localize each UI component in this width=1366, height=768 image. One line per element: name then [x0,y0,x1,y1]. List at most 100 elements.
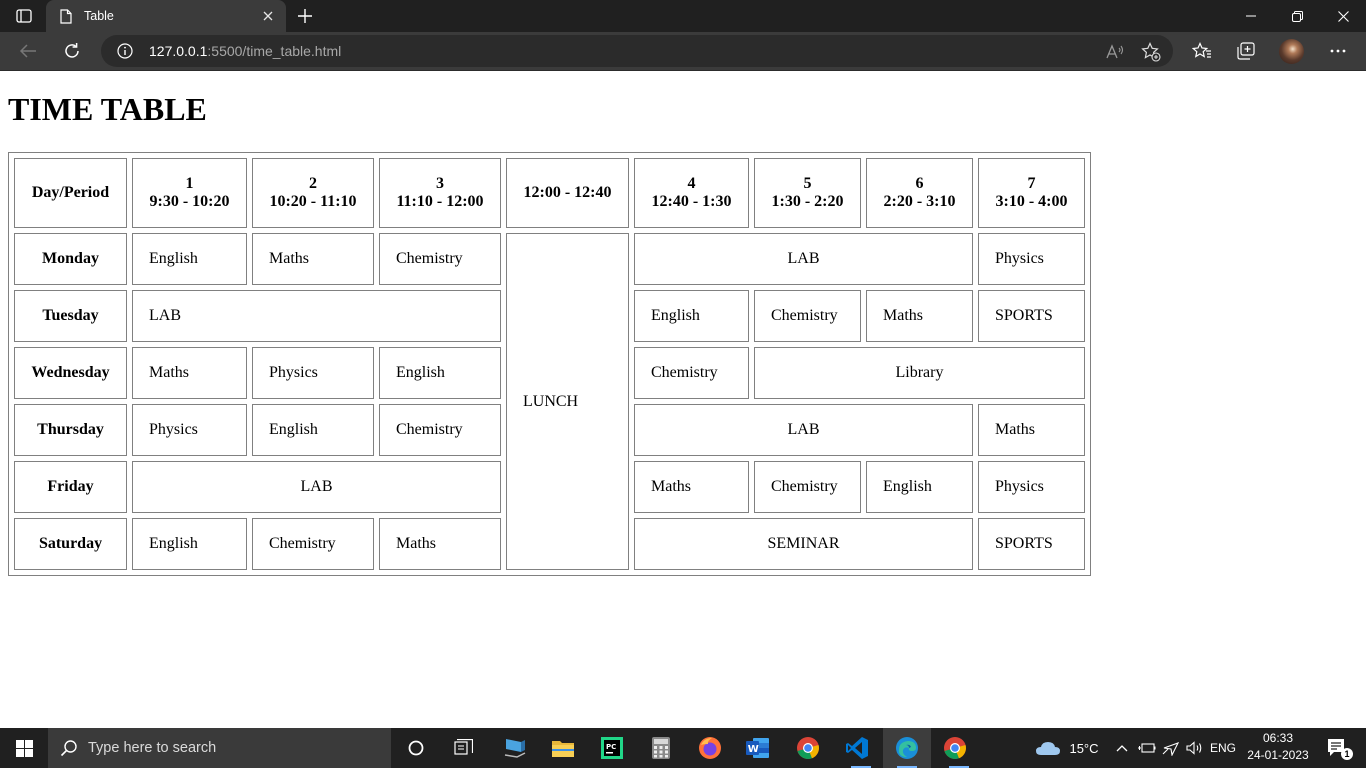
search-placeholder: Type here to search [88,740,217,756]
table-row: Monday English Maths Chemistry LUNCH LAB… [14,233,1085,570]
url-text[interactable]: 127.0.0.1:5500/time_table.html [149,43,341,59]
restore-icon[interactable] [1274,0,1320,32]
language-indicator[interactable]: ENG [1208,728,1238,768]
search-icon [60,740,77,757]
table-cell: Chemistry [754,461,861,513]
table-cell: SEMINAR [634,518,973,570]
tab-actions-icon[interactable] [8,6,40,26]
web-page: TIME TABLE Day/Period 1 9:30 - 10:20 2 10:… [0,71,1366,728]
taskbar: Type here to search PC W 15°C ENG 06:33 … [0,728,1366,768]
favorites-icon[interactable] [1188,37,1216,65]
period-number: 2 [309,175,317,192]
close-window-icon[interactable] [1320,0,1366,32]
calculator-icon[interactable] [641,728,681,768]
add-favorite-icon[interactable] [1140,41,1162,63]
svg-text:PC: PC [606,743,616,751]
header-period-7: 7 3:10 - 4:00 [978,158,1085,228]
volume-icon[interactable] [1184,728,1204,768]
header-lunch-time: 12:00 - 12:40 [506,158,629,228]
table-cell: LAB [132,461,501,513]
table-cell: Physics [132,404,247,456]
more-menu-icon[interactable] [1324,37,1352,65]
day-monday: Monday [14,233,127,285]
table-cell: Chemistry [252,518,374,570]
file-explorer-icon[interactable] [543,728,583,768]
header-period-4: 4 12:40 - 1:30 [634,158,749,228]
day-saturday: Saturday [14,518,127,570]
table-cell: English [379,347,501,399]
table-cell: Physics [978,461,1085,513]
battery-icon[interactable] [1136,728,1158,768]
cloud-icon [1036,742,1061,755]
url-host: 127.0.0.1 [149,43,208,59]
weather-widget[interactable]: 15°C [1034,728,1100,768]
table-cell: Maths [379,518,501,570]
chrome-icon[interactable] [788,728,828,768]
edge-icon[interactable] [883,728,931,768]
period-time: 12:40 - 1:30 [651,193,732,210]
clock-date: 24-01-2023 [1247,748,1309,762]
table-cell: Maths [634,461,749,513]
period-number: 4 [687,175,696,192]
header-day-period: Day/Period [14,158,127,228]
notification-count: 1 [1341,748,1353,760]
network-icon[interactable] [1160,728,1182,768]
header-period-2: 2 10:20 - 11:10 [252,158,374,228]
taskbar-clock[interactable]: 06:33 24-01-2023 [1246,730,1310,764]
computer-app-icon[interactable] [495,728,535,768]
period-number: 1 [185,175,194,192]
lunch-cell: LUNCH [506,233,629,570]
read-aloud-icon[interactable] [1104,41,1126,63]
table-cell: Maths [252,233,374,285]
minimize-icon[interactable] [1228,0,1274,32]
profile-avatar[interactable] [1279,39,1304,64]
pycharm-icon[interactable]: PC [592,728,632,768]
table-cell: Maths [978,404,1085,456]
new-tab-icon[interactable] [292,4,318,28]
page-icon [58,8,74,24]
chevron-up-icon[interactable] [1112,728,1132,768]
chrome-icon-2[interactable] [935,728,975,768]
collections-icon[interactable] [1232,37,1260,65]
header-period-3: 3 11:10 - 12:00 [379,158,501,228]
period-time: 11:10 - 12:00 [396,193,484,210]
table-cell: LAB [132,290,501,342]
cortana-icon[interactable] [396,728,436,768]
back-icon[interactable] [14,37,42,65]
table-cell: English [866,461,973,513]
notification-icon[interactable]: 1 [1318,728,1358,768]
language-text: ENG [1209,741,1236,755]
timetable: Day/Period 1 9:30 - 10:20 2 10:20 - 11:10 … [8,152,1091,576]
table-cell: Library [754,347,1085,399]
start-windows-icon[interactable] [0,728,48,768]
address-bar[interactable]: 127.0.0.1:5500/time_table.html [101,35,1173,67]
period-time: 10:20 - 11:10 [269,193,357,210]
url-path: :5500/time_table.html [207,43,342,59]
period-number: 7 [1027,175,1036,192]
browser-tab-bar: Table [0,0,1366,32]
table-cell: English [132,518,247,570]
header-period-1: 1 9:30 - 10:20 [132,158,247,228]
period-time: 3:10 - 4:00 [995,193,1068,210]
period-time: 1:30 - 2:20 [771,193,844,210]
taskbar-search-box[interactable]: Type here to search [48,728,391,768]
period-number: 6 [915,175,924,192]
table-cell: SPORTS [978,290,1085,342]
vscode-icon[interactable] [837,728,877,768]
table-cell: Physics [978,233,1085,285]
day-thursday: Thursday [14,404,127,456]
tab-close-icon[interactable] [256,4,280,28]
firefox-icon[interactable] [690,728,730,768]
table-cell: Maths [132,347,247,399]
period-number: 3 [436,175,444,192]
browser-tab[interactable]: Table [46,0,286,32]
site-info-icon[interactable] [117,43,133,59]
task-view-icon[interactable] [443,728,483,768]
header-row: Day/Period 1 9:30 - 10:20 2 10:20 - 11:10 … [14,158,1085,228]
word-icon[interactable]: W [738,728,778,768]
table-cell: English [132,233,247,285]
refresh-icon[interactable] [58,37,86,65]
period-number: 5 [803,175,812,192]
table-cell: SPORTS [978,518,1085,570]
table-cell: English [634,290,749,342]
